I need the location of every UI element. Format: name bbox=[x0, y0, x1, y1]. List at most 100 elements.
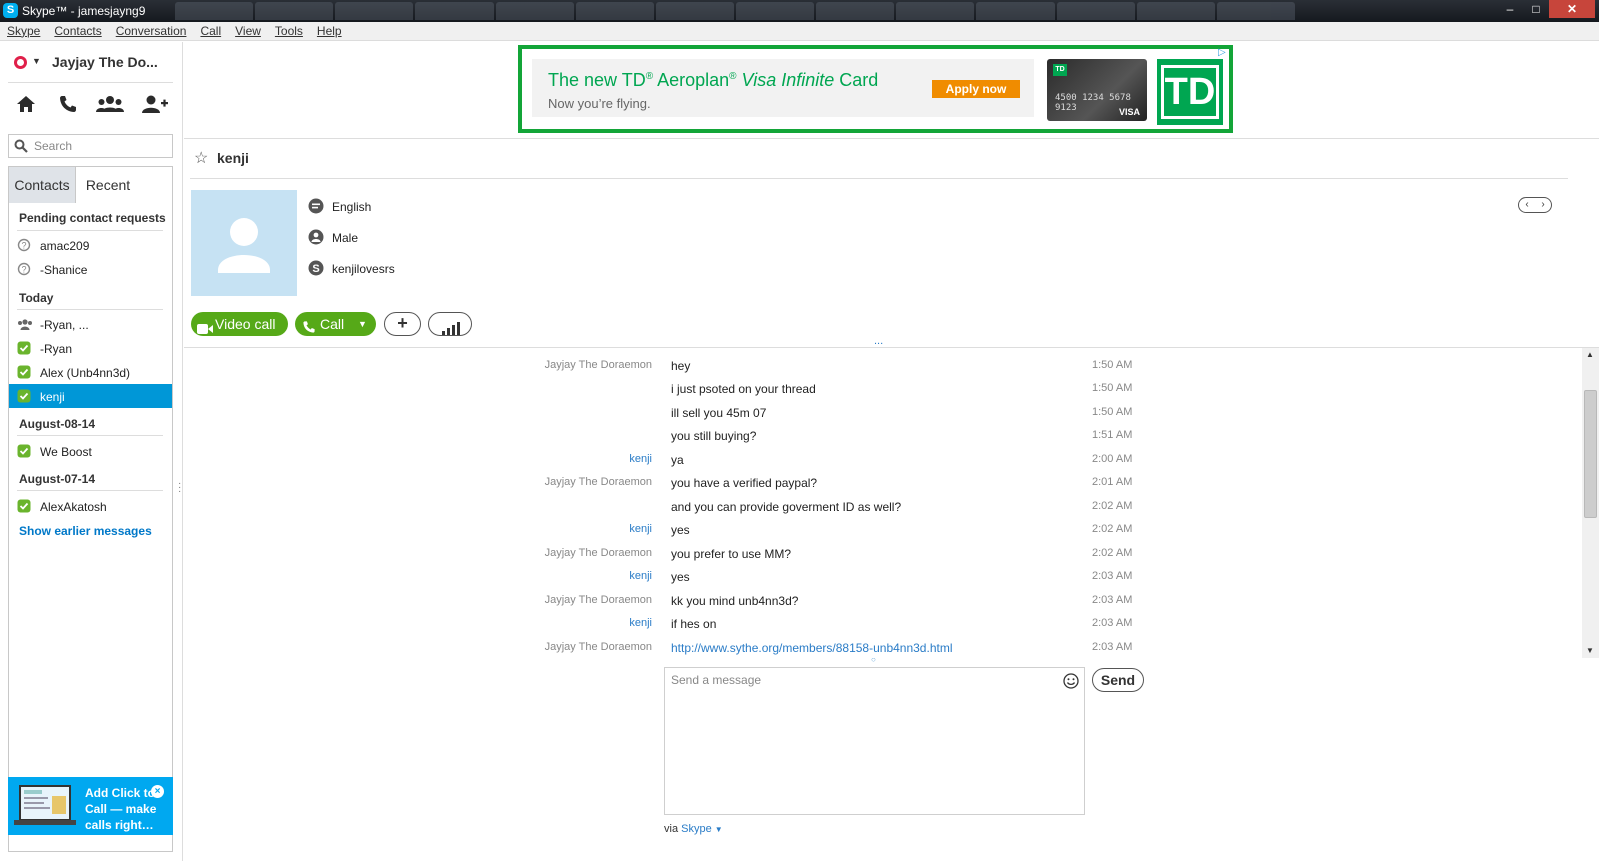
ad-banner[interactable]: The new TD® Aeroplan® Visa Infinite Card… bbox=[518, 45, 1233, 133]
maximize-button[interactable]: □ bbox=[1523, 0, 1549, 18]
timestamp: 2:00 AM bbox=[1092, 453, 1133, 465]
phone-icon[interactable] bbox=[58, 94, 88, 124]
splitter-handle[interactable]: · · · bbox=[178, 479, 181, 497]
message-row: you still buying? 1:51 AM bbox=[184, 426, 1364, 448]
profile-name[interactable]: Jayjay The Do... bbox=[52, 54, 158, 70]
message-text: you still buying? bbox=[671, 429, 757, 443]
sidebar: ▼ Jayjay The Do... Contacts Recent Pendi… bbox=[0, 42, 183, 861]
tab-contacts[interactable]: Contacts bbox=[9, 167, 76, 203]
message-row: Jayjay The Doraemon you prefer to use MM?… bbox=[184, 544, 1364, 566]
sender-name[interactable]: kenji bbox=[629, 617, 652, 629]
divider bbox=[190, 178, 1568, 179]
divider bbox=[8, 82, 173, 83]
timestamp: 2:02 AM bbox=[1092, 523, 1133, 535]
divider bbox=[184, 347, 1599, 348]
more-indicator[interactable]: ... bbox=[874, 335, 883, 347]
click-to-call-promo[interactable]: Add Click to Call — make calls right… × bbox=[8, 777, 173, 835]
compose-box bbox=[664, 667, 1085, 815]
scroll-down-icon[interactable]: ▼ bbox=[1586, 646, 1594, 655]
minimize-button[interactable]: – bbox=[1497, 0, 1523, 18]
sender-name[interactable]: Jayjay The Doraemon bbox=[545, 476, 652, 488]
chat-scrollbar[interactable]: ▲ ▼ bbox=[1582, 348, 1599, 658]
add-participant-button[interactable]: + bbox=[384, 312, 421, 336]
list-item[interactable]: -Ryan bbox=[9, 336, 172, 360]
list-item[interactable]: ? amac209 bbox=[9, 233, 172, 257]
send-button[interactable]: Send bbox=[1092, 668, 1144, 692]
sender-name[interactable]: Jayjay The Doraemon bbox=[545, 359, 652, 371]
emoticon-icon[interactable] bbox=[1063, 673, 1079, 692]
call-button[interactable]: Call ▼ bbox=[295, 312, 376, 336]
apply-now-button[interactable]: Apply now bbox=[932, 80, 1020, 98]
menu-call[interactable]: Call bbox=[200, 22, 221, 40]
scroll-up-icon[interactable]: ▲ bbox=[1586, 350, 1594, 359]
divider bbox=[184, 138, 1599, 139]
chevron-right-icon[interactable]: › bbox=[1541, 198, 1544, 212]
menu-help[interactable]: Help bbox=[317, 22, 342, 40]
status-icon[interactable] bbox=[14, 56, 27, 69]
sender-name[interactable]: Jayjay The Doraemon bbox=[545, 547, 652, 559]
chevron-down-icon[interactable]: ▼ bbox=[358, 312, 367, 336]
search-input[interactable] bbox=[34, 138, 166, 154]
taskbar-tabs bbox=[175, 2, 1295, 20]
via-selector[interactable]: via Skype ▼ bbox=[664, 823, 723, 835]
home-icon[interactable] bbox=[16, 94, 46, 124]
menu-tools[interactable]: Tools bbox=[275, 22, 303, 40]
list-item[interactable]: AlexAkatosh bbox=[9, 494, 172, 518]
chevron-down-icon[interactable]: ▼ bbox=[32, 56, 41, 66]
svg-text:S: S bbox=[312, 263, 319, 275]
online-status-icon bbox=[17, 389, 31, 403]
message-link[interactable]: http://www.sythe.org/members/88158-unb4n… bbox=[671, 641, 952, 655]
scrollbar-thumb[interactable] bbox=[1584, 390, 1597, 518]
list-item[interactable]: -Ryan, ... bbox=[9, 312, 172, 336]
sender-name[interactable]: kenji bbox=[629, 570, 652, 582]
skype-icon: S bbox=[308, 260, 324, 279]
divider bbox=[17, 230, 163, 231]
list-item[interactable]: ? -Shanice bbox=[9, 257, 172, 281]
message-text: hey bbox=[671, 359, 691, 373]
show-earlier-link[interactable]: Show earlier messages bbox=[19, 524, 152, 538]
list-item[interactable]: Alex (Unb4nn3d) bbox=[9, 360, 172, 384]
menu-skype[interactable]: Skype bbox=[7, 22, 40, 40]
chevron-left-icon[interactable]: ‹ bbox=[1525, 198, 1528, 212]
group-icon[interactable] bbox=[96, 94, 126, 124]
list-item-selected[interactable]: kenji bbox=[9, 384, 172, 408]
call-quality-button[interactable] bbox=[428, 312, 472, 336]
online-status-icon bbox=[17, 499, 31, 513]
contact-name: We Boost bbox=[40, 445, 92, 459]
menu-view[interactable]: View bbox=[235, 22, 261, 40]
via-service[interactable]: Skype bbox=[681, 823, 712, 835]
section-title-date: August-07-14 bbox=[19, 472, 96, 486]
close-icon[interactable]: × bbox=[151, 785, 164, 798]
message-row: and you can provide goverment ID as well… bbox=[184, 497, 1364, 519]
video-call-button[interactable]: Video call bbox=[191, 312, 288, 336]
adchoices-icon[interactable]: ▷ bbox=[1218, 47, 1226, 58]
menu-conversation[interactable]: Conversation bbox=[116, 22, 187, 40]
list-item[interactable]: We Boost bbox=[9, 439, 172, 463]
skype-logo-icon: S bbox=[3, 3, 18, 18]
message-text: kk you mind unb4nn3d? bbox=[671, 594, 799, 608]
tab-recent[interactable]: Recent bbox=[77, 167, 139, 203]
sender-name[interactable]: Jayjay The Doraemon bbox=[545, 641, 652, 653]
contact-name: kenji bbox=[40, 390, 65, 404]
close-button[interactable]: ✕ bbox=[1549, 0, 1595, 18]
menu-contacts[interactable]: Contacts bbox=[54, 22, 101, 40]
chevron-down-icon[interactable]: ▼ bbox=[715, 825, 723, 834]
sender-name[interactable]: Jayjay The Doraemon bbox=[545, 594, 652, 606]
section-title-date: August-08-14 bbox=[19, 417, 96, 431]
avatar[interactable] bbox=[191, 190, 297, 296]
resize-handle[interactable]: ○ bbox=[871, 655, 876, 664]
timestamp: 2:03 AM bbox=[1092, 570, 1133, 582]
td-logo: TD bbox=[1157, 59, 1223, 125]
sender-name[interactable]: kenji bbox=[629, 523, 652, 535]
search-box bbox=[8, 134, 173, 158]
window-title: Skype™ - jamesjayng9 bbox=[22, 4, 146, 18]
profile-nav[interactable]: ‹ › bbox=[1518, 197, 1552, 213]
favorite-star-icon[interactable]: ☆ bbox=[194, 148, 208, 168]
profile-header[interactable]: ▼ Jayjay The Do... bbox=[14, 52, 174, 74]
add-contact-icon[interactable] bbox=[142, 94, 172, 124]
svg-text:?: ? bbox=[21, 241, 26, 251]
contact-name: Alex (Unb4nn3d) bbox=[40, 366, 131, 380]
sender-name[interactable]: kenji bbox=[629, 453, 652, 465]
message-input[interactable] bbox=[671, 673, 1051, 803]
message-text: ill sell you 45m 07 bbox=[671, 406, 767, 420]
